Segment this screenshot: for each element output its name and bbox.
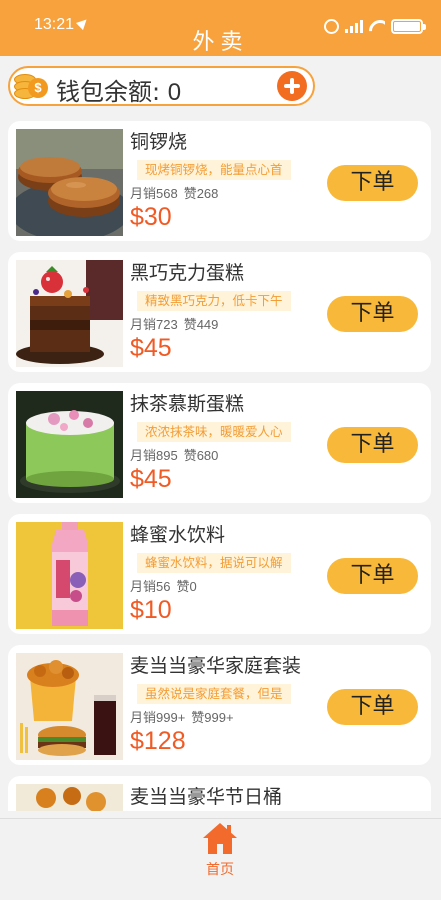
like-count: 赞449 [183, 317, 219, 332]
product-price: $30 [130, 203, 172, 231]
monthly-sales: 月销999+ [130, 710, 186, 725]
product-card[interactable]: 铜锣烧 现烤铜锣烧，能量点心首 月销568 赞268 $30 下单 [8, 121, 431, 241]
dorayaki-image [16, 129, 123, 236]
product-stats: 月销723 赞449 [130, 314, 218, 333]
product-price: $10 [130, 596, 172, 624]
product-price: $45 [130, 465, 172, 493]
wallet-bar: $ 钱包余额: 0 [8, 66, 315, 106]
order-button[interactable]: 下单 [327, 558, 418, 594]
honey-drink-image [16, 522, 123, 629]
tab-home-label: 首页 [206, 862, 234, 878]
product-description: 蜂蜜水饮料，据说可以解 [137, 553, 291, 573]
coin-stack-icon: $ [14, 72, 50, 100]
product-name: 麦当当豪华节日桶 [130, 786, 283, 808]
wallet-balance-value: 0 [167, 79, 182, 106]
monthly-sales: 月销568 [130, 186, 178, 201]
monthly-sales: 月销723 [130, 317, 178, 332]
product-name: 蜂蜜水饮料 [130, 524, 226, 546]
like-count: 赞680 [183, 448, 219, 463]
product-card[interactable]: 抹茶慕斯蛋糕 浓浓抹茶味，暖暖爱人心 月销895 赞680 $45 下单 [8, 383, 431, 503]
status-icons [324, 18, 426, 34]
product-price: $128 [130, 727, 186, 755]
product-name: 黑巧克力蛋糕 [130, 262, 245, 284]
tab-bar: 首页 [0, 818, 441, 900]
product-name: 铜锣烧 [130, 131, 188, 153]
product-price: $45 [130, 334, 172, 362]
product-stats: 月销895 赞680 [130, 445, 218, 464]
order-button[interactable]: 下单 [327, 689, 418, 725]
product-description: 虽然说是家庭套餐，但是 [137, 684, 291, 704]
product-card[interactable]: 麦当当豪华节日桶 [8, 776, 431, 811]
product-name: 麦当当豪华家庭套装 [130, 655, 302, 677]
wallet-label-text: 钱包余额: [56, 78, 168, 106]
like-count: 赞268 [183, 186, 219, 201]
product-stats: 月销568 赞268 [130, 183, 218, 202]
product-description: 精致黑巧克力，低卡下午 [137, 291, 291, 311]
product-stats: 月销56 赞0 [130, 576, 197, 595]
alarm-icon [324, 18, 339, 34]
product-name: 抹茶慕斯蛋糕 [130, 393, 245, 415]
home-icon [201, 823, 239, 855]
battery-icon [391, 18, 426, 34]
product-list[interactable]: 铜锣烧 现烤铜锣烧，能量点心首 月销568 赞268 $30 下单 黑巧克力蛋糕… [8, 121, 431, 811]
product-card[interactable]: 蜂蜜水饮料 蜂蜜水饮料，据说可以解 月销56 赞0 $10 下单 [8, 514, 431, 634]
signal-icon [345, 19, 363, 33]
family-meal-image [16, 653, 123, 760]
order-button[interactable]: 下单 [327, 165, 418, 201]
wallet-balance: 钱包余额: 0 [56, 72, 181, 107]
order-button[interactable]: 下单 [327, 296, 418, 332]
monthly-sales: 月销56 [130, 579, 171, 594]
holiday-bucket-image [16, 784, 123, 811]
add-funds-button[interactable] [277, 71, 307, 101]
like-count: 赞999+ [191, 710, 234, 725]
product-card[interactable]: 黑巧克力蛋糕 精致黑巧克力，低卡下午 月销723 赞449 $45 下单 [8, 252, 431, 372]
chocolate-cake-image [16, 260, 123, 367]
wifi-icon [369, 18, 385, 34]
matcha-mousse-image [16, 391, 123, 498]
tab-home[interactable]: 首页 [190, 823, 250, 883]
product-description: 浓浓抹茶味，暖暖爱人心 [137, 422, 291, 442]
like-count: 赞0 [176, 579, 197, 594]
coin-symbol: $ [28, 78, 48, 98]
header-bar: 13:21 外卖 [0, 0, 441, 56]
product-stats: 月销999+ 赞999+ [130, 707, 234, 726]
product-description: 现烤铜锣烧，能量点心首 [137, 160, 291, 180]
order-button[interactable]: 下单 [327, 427, 418, 463]
product-card[interactable]: 麦当当豪华家庭套装 虽然说是家庭套餐，但是 月销999+ 赞999+ $128 下… [8, 645, 431, 765]
monthly-sales: 月销895 [130, 448, 178, 463]
